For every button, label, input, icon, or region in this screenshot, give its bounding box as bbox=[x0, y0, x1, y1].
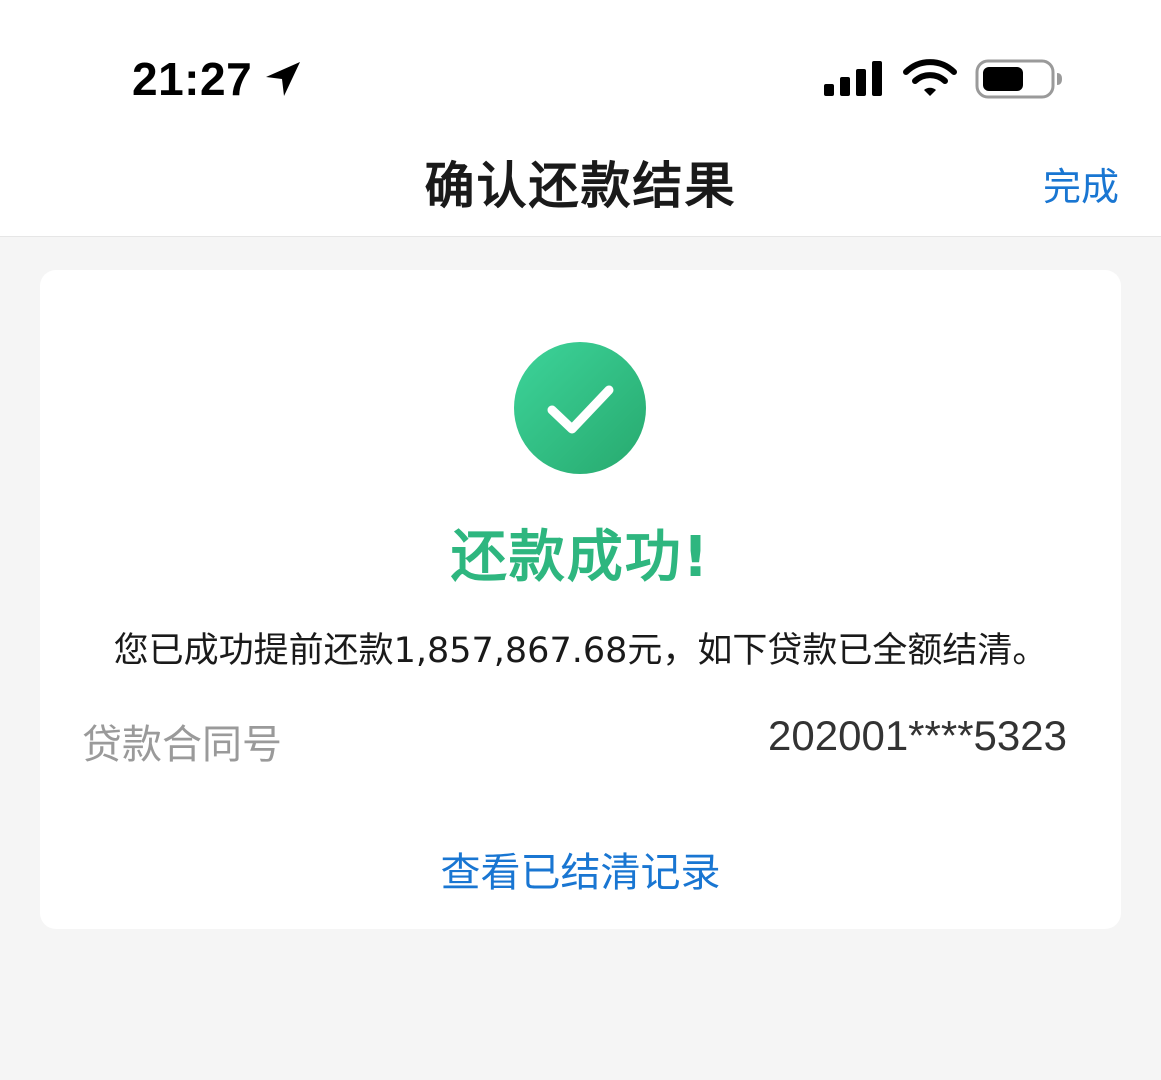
wifi-icon bbox=[903, 59, 957, 96]
contract-number-value: 202001****5323 bbox=[768, 712, 1067, 759]
location-arrow-icon bbox=[266, 62, 300, 96]
success-title: 还款成功! bbox=[450, 525, 711, 590]
check-circle-icon bbox=[514, 342, 646, 474]
battery-icon bbox=[975, 59, 1062, 99]
page-title: 确认还款结果 bbox=[424, 157, 737, 215]
result-card: 还款成功! 您已成功提前还款1,857,867.68元，如下贷款已全额结清。 贷… bbox=[40, 270, 1121, 929]
top-bar: 21:27 确认还款结果 完成 bbox=[0, 0, 1161, 237]
cellular-signal-icon bbox=[824, 61, 882, 96]
contract-number-label: 贷款合同号 bbox=[82, 722, 282, 768]
status-time: 21:27 bbox=[132, 53, 253, 105]
result-message: 您已成功提前还款1,857,867.68元，如下贷款已全额结清。 bbox=[113, 631, 1048, 671]
done-button[interactable]: 完成 bbox=[1043, 156, 1119, 211]
view-settled-records-link[interactable]: 查看已结清记录 bbox=[40, 840, 1121, 898]
